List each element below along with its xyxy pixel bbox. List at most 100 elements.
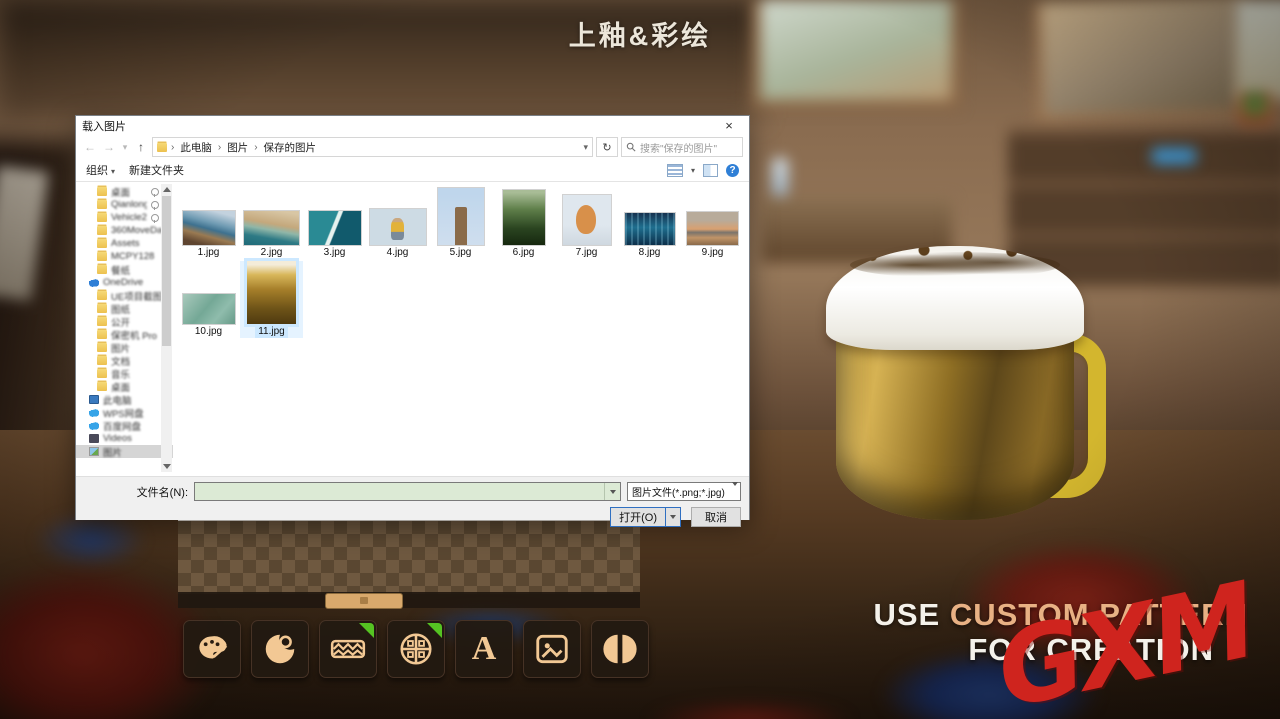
file-item[interactable]: 2.jpg xyxy=(240,211,303,259)
file-item[interactable]: 1.jpg xyxy=(177,211,240,259)
sidebar-item[interactable]: 文档 xyxy=(76,354,173,367)
image-tool-button[interactable] xyxy=(523,620,581,678)
sidebar-item-label: 桌面 xyxy=(111,185,130,199)
glaze-ball-tool-button[interactable] xyxy=(251,620,309,678)
sidebar-item[interactable]: 餐纸 xyxy=(76,263,173,276)
image-tool-icon xyxy=(533,630,571,668)
chevron-down-icon[interactable]: ▾ xyxy=(691,166,695,175)
address-bar[interactable]: › 此电脑›图片›保存的图片 ▾ xyxy=(152,137,593,157)
sidebar-item[interactable]: Assets xyxy=(76,237,173,250)
file-item[interactable]: 7.jpg xyxy=(555,195,618,259)
sidebar-item-label: 此电脑 xyxy=(103,393,132,407)
file-item[interactable]: 9.jpg xyxy=(681,212,744,259)
pattern-scroll-handle[interactable] xyxy=(325,593,403,609)
new-badge-icon xyxy=(359,623,374,638)
cloud2-icon xyxy=(89,408,99,417)
filename-input[interactable] xyxy=(194,482,621,501)
recent-locations-icon[interactable]: ▾ xyxy=(120,142,130,153)
command-bar: 组织▾ 新建文件夹 ▾ ? xyxy=(76,159,749,182)
file-name: 11.jpg xyxy=(255,326,288,338)
sidebar-item[interactable]: 桌面 xyxy=(76,185,173,198)
sidebar-item[interactable]: Vehicle2 xyxy=(76,211,173,224)
contrast-tool-button[interactable] xyxy=(591,620,649,678)
sidebar-item[interactable]: 音乐 xyxy=(76,367,173,380)
open-button[interactable]: 打开(O) xyxy=(610,507,681,527)
search-input[interactable]: 搜索"保存的图片" xyxy=(621,137,743,157)
mode-title: 上釉&彩绘 xyxy=(0,14,1280,53)
file-row-1: 1.jpg2.jpg3.jpg4.jpg5.jpg6.jpg 7.jpg 8.jpg… xyxy=(177,188,747,259)
open-file-dialog: 载入图片 × ← → ▾ ↑ › 此电脑›图片›保存的图片 ▾ ↻ 搜索"保存的… xyxy=(75,115,750,520)
file-name: 7.jpg xyxy=(573,247,601,259)
chevron-down-icon[interactable]: ▾ xyxy=(583,142,588,153)
sidebar-item[interactable]: 图片 xyxy=(76,445,173,458)
file-name: 9.jpg xyxy=(699,247,727,259)
dialog-titlebar[interactable]: 载入图片 × xyxy=(76,116,749,135)
view-mode-icon[interactable] xyxy=(667,164,683,177)
file-item[interactable]: 8.jpg xyxy=(618,213,681,259)
file-thumbnail xyxy=(309,211,361,245)
new-folder-button[interactable]: 新建文件夹 xyxy=(129,162,184,178)
scroll-up-icon[interactable] xyxy=(163,187,171,192)
back-icon[interactable]: ← xyxy=(82,140,98,154)
cancel-button[interactable]: 取消 xyxy=(691,507,741,527)
sidebar-item[interactable]: Qianlong xyxy=(76,198,173,211)
forward-icon[interactable]: → xyxy=(101,140,117,154)
sidebar: 桌面QianlongVehicle2360MoveDataAssetsMCPY1… xyxy=(76,182,173,476)
pattern-scroll-track[interactable] xyxy=(178,592,640,608)
help-icon[interactable]: ? xyxy=(726,164,739,177)
breadcrumb-separator: › xyxy=(254,142,257,153)
sidebar-scrollbar[interactable] xyxy=(161,184,172,472)
sidebar-item-label: 文档 xyxy=(111,354,130,368)
sidebar-item-label: 桌面 xyxy=(111,380,130,394)
breadcrumb-item[interactable]: 保存的图片 xyxy=(262,140,319,155)
scroll-thumb[interactable] xyxy=(162,196,171,346)
file-item[interactable]: 4.jpg xyxy=(366,209,429,259)
sidebar-item[interactable]: 图纸 xyxy=(76,302,173,315)
folder-icon xyxy=(97,382,107,391)
glaze-ball-tool-icon xyxy=(261,630,299,668)
scroll-down-icon[interactable] xyxy=(163,464,171,469)
sidebar-item[interactable]: 公开 xyxy=(76,315,173,328)
pin-icon xyxy=(151,214,159,222)
sidebar-item[interactable]: UE项目截图上传 xyxy=(76,289,173,302)
sidebar-item[interactable]: WPS网盘 xyxy=(76,406,173,419)
file-item[interactable]: 3.jpg xyxy=(303,211,366,259)
text-tool-button[interactable]: A xyxy=(455,620,513,678)
palette-tool-button[interactable] xyxy=(183,620,241,678)
navigation-bar: ← → ▾ ↑ › 此电脑›图片›保存的图片 ▾ ↻ 搜索"保存的图片" xyxy=(76,135,749,159)
breadcrumb-item[interactable]: 此电脑 xyxy=(178,140,214,155)
open-button-label: 打开(O) xyxy=(611,508,666,526)
sidebar-item[interactable]: 此电脑 xyxy=(76,393,173,406)
refresh-icon[interactable]: ↻ xyxy=(596,137,618,157)
file-type-dropdown-icon xyxy=(732,486,738,497)
file-type-select[interactable]: 图片文件(*.png;*.jpg) xyxy=(627,482,741,501)
breadcrumb-item[interactable]: 图片 xyxy=(225,140,250,155)
file-item[interactable]: 6.jpg xyxy=(492,190,555,259)
sidebar-item[interactable]: MCPY128 xyxy=(76,250,173,263)
preview-pane-icon[interactable] xyxy=(703,164,718,177)
sidebar-item[interactable]: 保密机 Pro xyxy=(76,328,173,341)
filename-dropdown[interactable] xyxy=(604,483,620,500)
sidebar-item[interactable]: Videos xyxy=(76,432,173,445)
sidebar-item-label: 公开 xyxy=(111,315,130,329)
sidebar-item[interactable]: OneDrive xyxy=(76,276,173,289)
file-thumbnail xyxy=(438,188,484,245)
band-pattern-tool-button[interactable] xyxy=(319,620,377,678)
file-item[interactable]: 10.jpg xyxy=(177,294,240,338)
pattern-preview-strip xyxy=(178,519,640,594)
file-item[interactable]: 11.jpg xyxy=(240,261,303,338)
up-icon[interactable]: ↑ xyxy=(133,140,149,154)
close-icon[interactable]: × xyxy=(715,118,743,133)
open-split-dropdown[interactable] xyxy=(666,508,680,526)
video-icon xyxy=(89,434,99,443)
pc-icon xyxy=(89,395,99,404)
sidebar-item[interactable]: 图片 xyxy=(76,341,173,354)
round-pattern-tool-button[interactable] xyxy=(387,620,445,678)
sidebar-item[interactable]: 桌面 xyxy=(76,380,173,393)
sidebar-item-label: 餐纸 xyxy=(111,263,130,277)
sidebar-item[interactable]: 360MoveData xyxy=(76,224,173,237)
organize-button[interactable]: 组织▾ xyxy=(86,162,115,178)
file-item[interactable]: 5.jpg xyxy=(429,188,492,259)
sidebar-item[interactable]: 百度网盘 xyxy=(76,419,173,432)
folder-icon xyxy=(97,213,107,222)
